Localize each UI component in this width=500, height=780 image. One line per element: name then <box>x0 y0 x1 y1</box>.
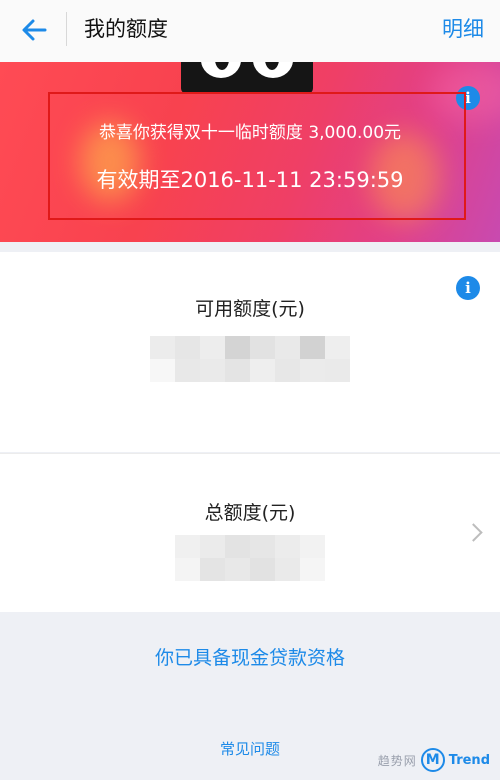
available-limit-value-pixelated <box>150 336 350 382</box>
detail-link[interactable]: 明细 <box>442 13 484 43</box>
mosaic-cell <box>225 359 250 382</box>
mosaic-cell <box>325 359 350 382</box>
mosaic-cell <box>175 336 200 359</box>
mosaic-cell <box>250 336 275 359</box>
mosaic-cell <box>200 336 225 359</box>
arrow-left-icon <box>22 19 47 41</box>
mosaic-cell <box>325 336 350 359</box>
mosaic-cell <box>250 558 275 581</box>
mosaic-cell <box>275 558 300 581</box>
mosaic-cell <box>300 336 325 359</box>
top-bar: 我的额度 明细 <box>0 0 500 62</box>
mosaic-cell <box>175 558 200 581</box>
page-title: 我的额度 <box>84 17 168 41</box>
mosaic-cell <box>275 535 300 558</box>
mosaic-cell <box>200 558 225 581</box>
mosaic-cell <box>275 336 300 359</box>
total-limit-label: 总额度(元) <box>204 502 296 524</box>
watermark: 趋势网 M Trend <box>378 748 490 772</box>
mosaic-cell <box>225 535 250 558</box>
watermark-cn: 趋势网 <box>377 753 417 768</box>
mosaic-cell <box>150 359 175 382</box>
mosaic-cell <box>250 535 275 558</box>
mosaic-cell <box>200 535 225 558</box>
mosaic-cell <box>175 535 200 558</box>
temp-limit-message: 恭喜你获得双十一临时额度 3,000.00元 <box>98 123 402 143</box>
mosaic-cell <box>225 558 250 581</box>
chevron-right-icon <box>464 523 483 542</box>
tmall-cat-logo <box>181 62 313 94</box>
header-divider <box>66 12 67 46</box>
watermark-logo: M <box>420 748 445 772</box>
mosaic-cell <box>300 535 325 558</box>
mosaic-cell <box>300 359 325 382</box>
watermark-brand: Trend <box>448 752 490 768</box>
cash-loan-link[interactable]: 你已具备现金贷款资格 <box>0 643 500 670</box>
mosaic-cell <box>225 336 250 359</box>
temp-limit-expiry: 有效期至2016-11-11 23:59:59 <box>96 168 404 192</box>
mosaic-cell <box>200 359 225 382</box>
available-limit-card: i 可用额度(元) <box>0 252 500 452</box>
mosaic-cell <box>250 359 275 382</box>
mosaic-cell <box>175 359 200 382</box>
mosaic-cell <box>275 359 300 382</box>
highlight-frame <box>48 92 466 220</box>
total-limit-value-pixelated <box>175 535 325 581</box>
mosaic-cell <box>150 336 175 359</box>
mosaic-cell <box>300 558 325 581</box>
available-limit-label: 可用额度(元) <box>195 298 305 320</box>
total-limit-card[interactable]: 总额度(元) <box>0 453 500 612</box>
back-button[interactable] <box>14 12 54 48</box>
